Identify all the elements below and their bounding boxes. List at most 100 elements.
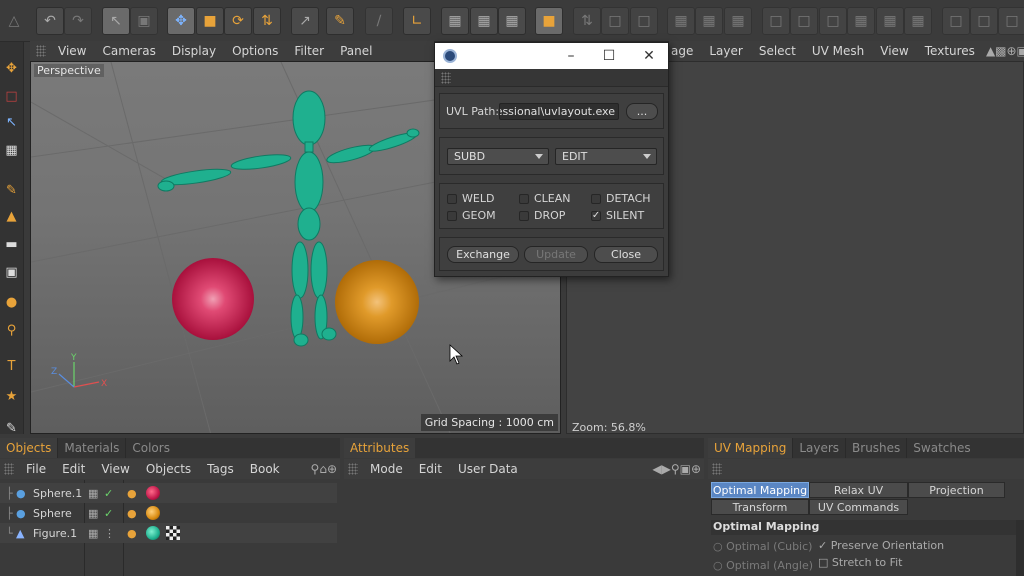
menu-filter[interactable]: Filter [286,44,332,58]
camera-icon[interactable]: ▦ [724,7,752,35]
stretch-to-fit-checkbox[interactable]: □ Stretch to Fit [818,556,903,569]
subd-select[interactable]: SUBD [447,148,549,165]
render-picture-icon[interactable]: ▦ [470,7,498,35]
array-icon[interactable]: □ [630,7,658,35]
menu-image[interactable]: age [669,44,701,58]
relax-uv-button[interactable]: Relax UV [809,482,908,498]
detach-checkbox[interactable]: DETACH [591,192,651,205]
workplane-icon[interactable]: ∟ [403,7,431,35]
close-button[interactable]: Close [594,246,658,263]
enabled-check-icon[interactable]: ✓ [104,507,113,520]
optimal-mapping-button[interactable]: Optimal Mapping [711,482,809,498]
nurbs-icon[interactable]: □ [601,7,629,35]
rotate-tool-icon[interactable]: ⟳ [224,7,252,35]
visibility-icon[interactable]: ▦ [88,507,98,520]
polygons-mode-icon[interactable]: □ [819,7,847,35]
tab-attributes[interactable]: Attributes [344,438,416,458]
object-name[interactable]: Sphere.1 [33,487,82,500]
render-view-icon[interactable]: ▦ [441,7,469,35]
gradient-icon[interactable]: ▣ [1,262,22,283]
silent-checkbox[interactable]: ✓ SILENT [591,209,644,222]
menu-panel[interactable]: Panel [332,44,380,58]
visibility-icon[interactable]: ▦ [88,487,98,500]
maximize-icon[interactable]: ☐ [594,46,624,66]
tab-uv-mapping[interactable]: UV Mapping [708,438,793,458]
material-tag-icon[interactable] [146,526,160,540]
model-mode-icon[interactable]: □ [1,86,22,107]
tab-materials[interactable]: Materials [57,438,125,458]
projection-button[interactable]: Projection [908,482,1005,498]
tab-swatches[interactable]: Swatches [906,438,976,458]
clean-checkbox[interactable]: CLEAN [519,192,571,205]
exchange-button[interactable]: Exchange [447,246,519,263]
checker-tag-icon[interactable] [166,526,180,540]
optimal-cubic-radio[interactable]: ○ Optimal (Cubic) [713,540,812,553]
object-row[interactable]: └ ▲ Figure.1 ▦ ⋮ ● [0,523,337,543]
uvl-path-input[interactable]: essional\uvlayout.exe [499,103,619,120]
eraser-icon[interactable]: ▬ [1,234,22,255]
uv-edit-icon[interactable]: ▦ [904,7,932,35]
magnify-icon[interactable]: ⚲ [1,320,22,341]
brush-icon[interactable]: ✎ [1,180,22,201]
menu-bookmarks[interactable]: Book [242,462,288,476]
update-button[interactable]: Update [524,246,588,263]
scale-tool-icon[interactable]: ■ [196,7,224,35]
scene-icon[interactable]: ▦ [695,7,723,35]
transform-button[interactable]: Transform [711,499,809,515]
menu-tags[interactable]: Tags [199,462,242,476]
dialog-titlebar[interactable]: – ☐ ✕ [435,43,668,69]
eyedropper-icon[interactable]: ✎ [1,418,22,439]
undo-icon[interactable]: ↶ [36,7,64,35]
cube-select-icon[interactable]: ▣ [130,7,158,35]
texture-tag-icon[interactable]: ● [127,527,137,540]
deformer-icon[interactable]: ▦ [667,7,695,35]
menu-layer[interactable]: Layer [701,44,750,58]
menu-objects[interactable]: Objects [138,462,199,476]
menu-mode[interactable]: Mode [362,462,411,476]
close-window-icon[interactable]: ✕ [634,46,664,66]
3d-paint-icon[interactable]: ✎ [326,7,354,35]
redo-icon[interactable]: ↷ [64,7,92,35]
weld-checkbox[interactable]: WELD [447,192,494,205]
render-dots-icon[interactable]: ⋮ [104,527,115,540]
texture-tag-icon[interactable]: ● [127,507,137,520]
view-icons[interactable]: ▲▩⊕▣ [983,44,1024,58]
snap-icon[interactable]: ∕ [365,7,393,35]
select-live-icon[interactable]: ↖ [102,7,130,35]
menu-edit[interactable]: Edit [54,462,93,476]
red-sphere[interactable] [172,258,254,340]
menu-view[interactable]: View [50,44,94,58]
scrollbar[interactable] [1016,520,1024,576]
text-tool-icon[interactable]: T [1,356,22,377]
minimize-icon[interactable]: – [556,46,586,66]
object-name[interactable]: Sphere [33,507,72,520]
menu-options[interactable]: Options [224,44,286,58]
browse-button[interactable]: ... [626,103,658,120]
material-tag-icon[interactable] [146,506,160,520]
geom-checkbox[interactable]: GEOM [447,209,496,222]
layout3-icon[interactable]: □ [998,7,1024,35]
layout2-icon[interactable]: □ [970,7,998,35]
optimal-angle-radio[interactable]: ○ Optimal (Angle) [713,559,813,572]
preserve-orientation-checkbox[interactable]: ✓ Preserve Orientation [818,539,944,552]
checker-icon[interactable]: ▦ [1,140,22,161]
move-tool-icon[interactable]: ✥ [167,7,195,35]
menu-select[interactable]: Select [751,44,804,58]
object-axis-icon[interactable]: ↗ [291,7,319,35]
material-tag-icon[interactable] [146,486,160,500]
uv-polygons-icon[interactable]: ▦ [876,7,904,35]
stamp-icon[interactable]: ▲ [1,206,22,227]
object-name[interactable]: Figure.1 [33,527,77,540]
enabled-check-icon[interactable]: ✓ [104,487,113,500]
texture-tag-icon[interactable]: ● [127,487,137,500]
points-mode-icon[interactable]: □ [762,7,790,35]
menu-uv-mesh[interactable]: UV Mesh [804,44,872,58]
menu-obj-view[interactable]: View [93,462,137,476]
uv-points-icon[interactable]: ▦ [847,7,875,35]
move-icon[interactable]: ✥ [1,58,22,79]
orange-sphere[interactable] [335,260,419,344]
menu-textures[interactable]: Textures [917,44,983,58]
nav-arrows-icon[interactable]: ◀▶⚲▣⊕ [649,462,704,476]
viewport-label[interactable]: Perspective [34,64,104,77]
fill-icon[interactable]: ● [1,292,22,313]
